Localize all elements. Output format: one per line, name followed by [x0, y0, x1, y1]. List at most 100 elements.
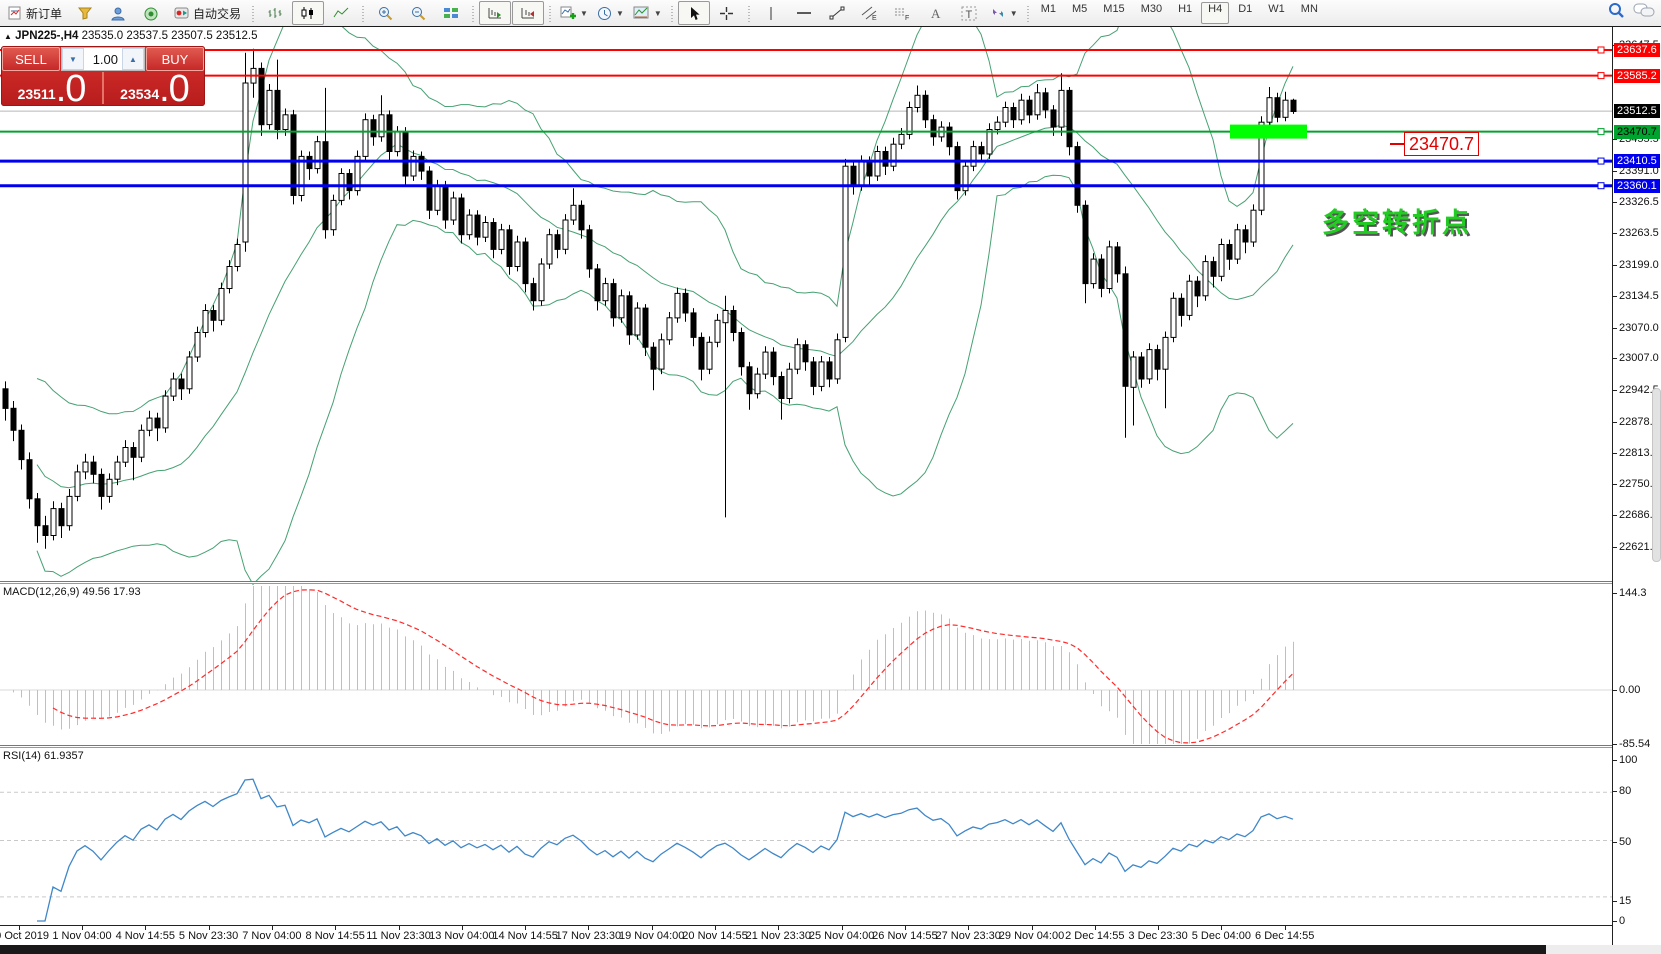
data-window-button[interactable] [135, 1, 167, 25]
macd-axis-label: 144.3 [1619, 587, 1647, 599]
axis-tick [1613, 358, 1617, 359]
add-indicator-button[interactable]: ▼ [556, 1, 592, 25]
line-chart-icon [333, 6, 349, 20]
macd-pane-separator[interactable] [0, 581, 1661, 584]
price-level-label: 23512.5 [1614, 104, 1660, 118]
axis-tick [1613, 921, 1617, 922]
timeframe-H4[interactable]: H4 [1201, 2, 1229, 24]
timeframe-MN[interactable]: MN [1294, 2, 1325, 24]
timeframe-D1[interactable]: D1 [1231, 2, 1259, 24]
time-axis-label: 21 Nov 23:30 [746, 930, 811, 942]
chart-shift-button[interactable] [479, 1, 511, 25]
volume-decrease-button[interactable]: ▼ [62, 48, 84, 70]
candlestick-chart-icon [300, 6, 316, 20]
price-level-label: 23585.2 [1614, 69, 1660, 83]
search-icon[interactable] [1608, 2, 1625, 18]
fibonacci-tool[interactable]: F [887, 1, 919, 25]
chat-icon[interactable] [1633, 2, 1655, 18]
templates-button[interactable]: ▼ [629, 1, 666, 25]
time-axis[interactable]: 30 Oct 20191 Nov 04:004 Nov 14:555 Nov 2… [0, 925, 1612, 946]
auto-scroll-button[interactable] [512, 1, 544, 25]
auto-trading-button[interactable]: 自动交易 [168, 1, 247, 25]
toolbar-grip [470, 4, 476, 22]
timeframe-M30[interactable]: M30 [1134, 2, 1169, 24]
crosshair-icon [719, 6, 734, 21]
axis-tick [1613, 202, 1617, 203]
bar-chart-button[interactable] [259, 1, 291, 25]
axis-tick [1613, 515, 1617, 516]
ohlc-values: 23535.0 23537.5 23507.5 23512.5 [82, 30, 258, 42]
svg-text:E: E [872, 15, 877, 21]
price-level-label: 23360.1 [1614, 179, 1660, 193]
toolbar-grip [360, 4, 366, 22]
horizontal-line-icon [796, 6, 812, 20]
sell-price[interactable]: 23511.0 [1, 72, 102, 104]
indicator-list-button[interactable] [69, 1, 101, 25]
timeframe-W1[interactable]: W1 [1261, 2, 1292, 24]
tile-windows-icon [443, 6, 459, 20]
new-order-button[interactable]: 新订单 [2, 1, 68, 25]
svg-text:T: T [965, 9, 972, 21]
text-label-tool[interactable]: T [953, 1, 985, 25]
one-click-trading-panel: SELL ▼ 1.00 ▲ BUY 23511.0 23534.0 [1, 46, 205, 106]
timeframe-M15[interactable]: M15 [1096, 2, 1131, 24]
turning-point-annotation[interactable]: 多空转折点 [1322, 201, 1472, 240]
vertical-scrollbar-thumb[interactable] [1652, 388, 1661, 562]
sell-button[interactable]: SELL [2, 47, 60, 71]
cursor-tool-button[interactable] [678, 1, 710, 25]
rsi-axis-label: 0 [1619, 915, 1625, 927]
time-axis-label: 27 Nov 23:30 [935, 930, 1000, 942]
dropdown-caret: ▼ [1010, 9, 1018, 18]
collapse-icon[interactable]: ▲ [4, 32, 12, 41]
price-annotation-box[interactable]: 23470.7 [1404, 132, 1479, 156]
add-indicator-icon [560, 6, 576, 20]
tile-windows-button[interactable] [435, 1, 467, 25]
rsi-axis-label: 100 [1619, 754, 1637, 766]
horizontal-line-tool[interactable] [788, 1, 820, 25]
crosshair-tool-button[interactable] [711, 1, 743, 25]
buy-price[interactable]: 23534.0 [104, 72, 205, 104]
time-axis-label: 7 Nov 04:00 [242, 930, 301, 942]
arrows-tool[interactable]: ▼ [986, 1, 1022, 25]
sell-price-pips: .0 [56, 74, 86, 104]
chart-shift-icon [487, 6, 503, 20]
time-axis-label: 25 Nov 04:00 [809, 930, 874, 942]
channel-tool[interactable]: E [854, 1, 886, 25]
time-axis-label: 4 Nov 14:55 [116, 930, 175, 942]
profiles-button[interactable] [102, 1, 134, 25]
toolbar-right-group [1608, 2, 1655, 18]
zoom-out-icon [410, 6, 427, 21]
profile-icon [110, 6, 126, 21]
vertical-line-tool[interactable] [755, 1, 787, 25]
timeframe-M5[interactable]: M5 [1065, 2, 1094, 24]
zoom-in-button[interactable] [369, 1, 401, 25]
line-chart-button[interactable] [325, 1, 357, 25]
axis-tick [1613, 690, 1617, 691]
axis-tick [1613, 484, 1617, 485]
timeframe-H1[interactable]: H1 [1171, 2, 1199, 24]
price-annotation-pointer [1390, 143, 1404, 145]
rsi-pane-separator[interactable] [0, 745, 1661, 748]
axis-tick [1613, 296, 1617, 297]
periods-button[interactable]: ▼ [593, 1, 628, 25]
price-tick-label: 23007.0 [1619, 352, 1659, 364]
timeframe-M1[interactable]: M1 [1034, 2, 1063, 24]
channel-icon: E [861, 6, 878, 21]
buy-price-pips: .0 [159, 74, 189, 104]
volume-value[interactable]: 1.00 [84, 48, 122, 70]
text-tool[interactable]: A [920, 1, 952, 25]
bottom-edge [0, 945, 1661, 954]
candlestick-chart-button[interactable] [292, 1, 324, 25]
time-axis-label: 30 Oct 2019 [0, 930, 49, 942]
rsi-axis-label: 80 [1619, 785, 1631, 797]
price-level-label: 23637.6 [1614, 43, 1660, 57]
sell-price-main: 23511 [18, 89, 56, 100]
time-axis-label: 2 Dec 14:55 [1065, 930, 1124, 942]
text-label-icon: T [961, 6, 977, 21]
zoom-out-button[interactable] [402, 1, 434, 25]
trendline-tool[interactable] [821, 1, 853, 25]
volume-increase-button[interactable]: ▲ [122, 48, 144, 70]
toolbar-grip [250, 4, 256, 22]
timeframe-toolbar: M1M5M15M30H1H4D1W1MN [1034, 2, 1325, 24]
auto-trading-label: 自动交易 [193, 5, 241, 22]
